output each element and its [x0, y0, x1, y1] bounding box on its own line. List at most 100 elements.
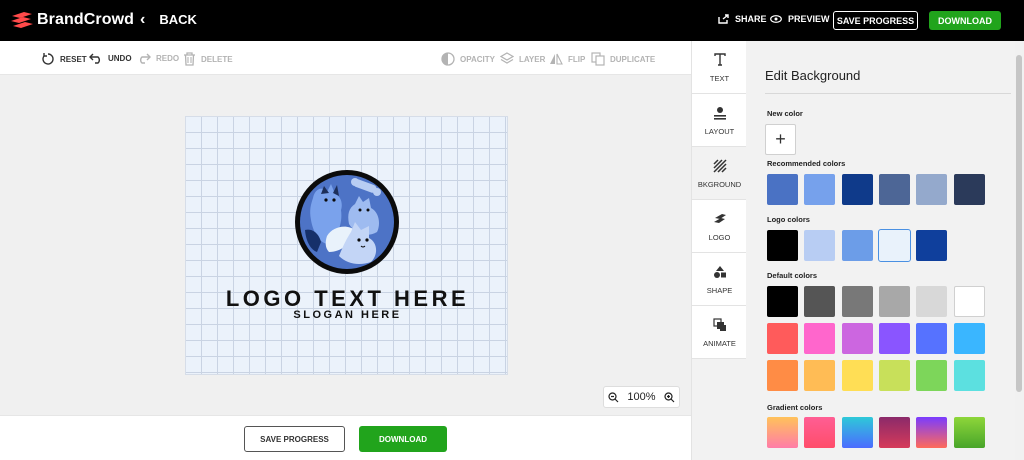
- duplicate-icon: [591, 52, 605, 66]
- share-button[interactable]: SHARE: [718, 14, 767, 24]
- cats-emblem-icon[interactable]: [293, 168, 401, 276]
- default-color-swatch[interactable]: [878, 323, 910, 354]
- delete-label: DELETE: [201, 54, 233, 64]
- nav-item-text[interactable]: TEXT: [692, 41, 747, 94]
- gradient-color-swatch[interactable]: [878, 417, 910, 448]
- save-progress-button[interactable]: SAVE PROGRESS: [833, 11, 918, 30]
- brand-logo[interactable]: BrandCrowd: [10, 10, 134, 30]
- share-icon: [718, 14, 729, 24]
- layer-label: LAYER: [519, 54, 546, 64]
- nav-item-animate[interactable]: ANIMATE: [692, 306, 747, 359]
- default-color-swatch[interactable]: [767, 360, 798, 391]
- nav-label-logo: LOGO: [708, 232, 731, 242]
- recommended-color-swatch[interactable]: [953, 174, 985, 205]
- default-color-swatch[interactable]: [804, 286, 836, 317]
- default-color-swatch[interactable]: [804, 323, 836, 354]
- gradient-color-swatch[interactable]: [916, 417, 948, 448]
- gradient-colors-label: Gradient colors: [767, 403, 823, 412]
- logo-color-swatch[interactable]: [841, 230, 873, 261]
- animate-icon: [712, 317, 727, 333]
- preview-button[interactable]: PREVIEW: [770, 14, 830, 24]
- zoom-control: 100%: [603, 386, 680, 408]
- flip-icon: [550, 53, 563, 65]
- gradient-color-swatch[interactable]: [804, 417, 836, 448]
- layer-button[interactable]: LAYER: [500, 52, 545, 66]
- side-nav: TEXT LAYOUT BKGROUND LOGO SHAPE ANIMATE: [691, 41, 747, 460]
- back-button[interactable]: ‹ BACK: [140, 10, 197, 28]
- nav-label-shape: SHAPE: [706, 285, 733, 295]
- delete-button[interactable]: DELETE: [183, 52, 233, 66]
- layout-icon: [713, 105, 727, 121]
- default-color-swatch[interactable]: [841, 360, 873, 391]
- download-bottom-button[interactable]: DOWNLOAD: [359, 426, 447, 452]
- nav-item-logo[interactable]: LOGO: [692, 200, 747, 253]
- zoom-in-icon[interactable]: [664, 391, 675, 403]
- opacity-label: OPACITY: [460, 54, 495, 64]
- default-color-swatch[interactable]: [841, 286, 873, 317]
- redo-icon: [140, 53, 151, 64]
- back-label: BACK: [159, 12, 197, 27]
- logo-slogan[interactable]: SLOGAN HERE: [186, 309, 509, 321]
- reset-label: RESET: [60, 54, 87, 64]
- default-color-swatch[interactable]: [953, 286, 985, 317]
- default-color-swatch[interactable]: [916, 360, 948, 391]
- gradient-color-swatch[interactable]: [767, 417, 798, 448]
- duplicate-button[interactable]: DUPLICATE: [591, 52, 655, 66]
- recommended-color-swatch[interactable]: [841, 174, 873, 205]
- default-color-swatch[interactable]: [953, 323, 985, 354]
- recommended-color-swatch[interactable]: [804, 174, 836, 205]
- default-color-swatch[interactable]: [841, 323, 873, 354]
- redo-button[interactable]: REDO: [137, 52, 179, 64]
- logo-color-swatch[interactable]: [877, 229, 911, 262]
- brand-name: BrandCrowd: [37, 11, 134, 28]
- nav-item-layout[interactable]: LAYOUT: [692, 94, 747, 147]
- default-color-swatch[interactable]: [878, 360, 910, 391]
- canvas-area: LOGO TEXT HERE SLOGAN HERE 100%: [0, 75, 691, 415]
- flip-label: FLIP: [568, 54, 586, 64]
- default-color-swatch[interactable]: [804, 360, 836, 391]
- redo-label: REDO: [156, 53, 180, 63]
- nav-item-shape[interactable]: SHAPE: [692, 253, 747, 306]
- bottom-bar: SAVE PROGRESS DOWNLOAD: [0, 415, 691, 460]
- gradient-color-swatch[interactable]: [841, 417, 873, 448]
- gradient-color-swatch[interactable]: [953, 417, 985, 448]
- logo-icon: [713, 211, 727, 227]
- recommended-color-swatch[interactable]: [916, 174, 948, 205]
- default-color-swatch[interactable]: [878, 286, 910, 317]
- logo-color-swatch[interactable]: [804, 230, 836, 261]
- panel-title: Edit Background: [765, 68, 861, 83]
- brandcrowd-mark-icon: [11, 12, 33, 28]
- recommended-colors-label: Recommended colors: [767, 159, 846, 168]
- logo-color-swatch[interactable]: [767, 230, 798, 261]
- chevron-left-icon: ‹: [140, 10, 146, 28]
- logo-artboard[interactable]: LOGO TEXT HERE SLOGAN HERE: [185, 116, 508, 375]
- flip-button[interactable]: FLIP: [549, 52, 585, 66]
- save-progress-bottom-button[interactable]: SAVE PROGRESS: [244, 426, 345, 452]
- reset-icon: [42, 53, 54, 65]
- recommended-color-swatch[interactable]: [878, 174, 910, 205]
- nav-item-background[interactable]: BKGROUND: [692, 147, 747, 200]
- duplicate-label: DUPLICATE: [610, 54, 656, 64]
- nav-label-layout: LAYOUT: [704, 126, 735, 136]
- default-color-swatch[interactable]: [916, 286, 948, 317]
- shape-icon: [713, 264, 727, 280]
- undo-button[interactable]: UNDO: [89, 52, 132, 64]
- edit-toolbar: RESET UNDO REDO DELETE OPACITY LAYER FLI…: [0, 41, 691, 75]
- default-color-swatch[interactable]: [767, 323, 798, 354]
- default-color-swatch[interactable]: [953, 360, 985, 391]
- default-color-swatch[interactable]: [916, 323, 948, 354]
- zoom-out-icon[interactable]: [608, 391, 619, 403]
- reset-button[interactable]: RESET: [41, 52, 87, 66]
- logo-colors-label: Logo colors: [767, 215, 810, 224]
- add-color-button[interactable]: +: [765, 124, 796, 155]
- layers-icon: [500, 52, 514, 64]
- text-icon: [713, 52, 726, 68]
- recommended-color-swatch[interactable]: [767, 174, 798, 205]
- default-color-swatch[interactable]: [767, 286, 798, 317]
- edit-background-panel: Edit Background New color + Recommended …: [746, 41, 1024, 460]
- logo-color-swatch[interactable]: [916, 230, 948, 261]
- opacity-button[interactable]: OPACITY: [441, 52, 495, 66]
- download-button[interactable]: DOWNLOAD: [929, 11, 1001, 30]
- panel-scroll-thumb[interactable]: [1016, 55, 1022, 392]
- undo-label: UNDO: [108, 53, 132, 63]
